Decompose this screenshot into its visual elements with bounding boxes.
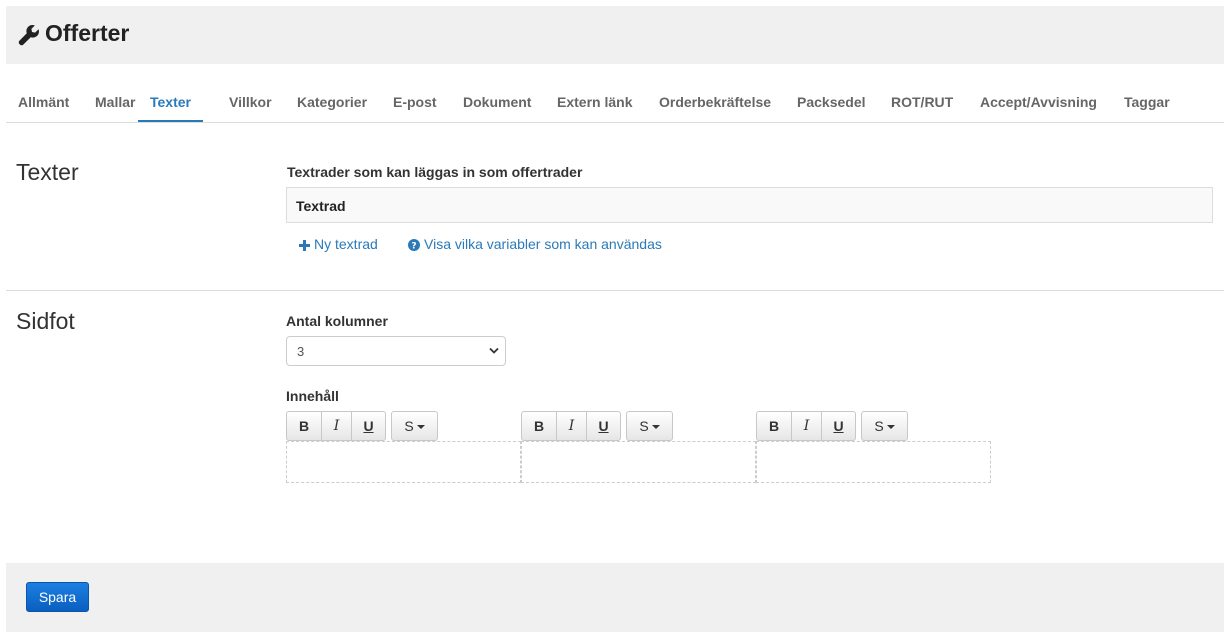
content-label: Innehåll [286,388,339,404]
italic-button[interactable]: I [556,411,587,441]
columns-select-value: 3 [297,344,305,359]
tab-villkor[interactable]: Villkor [229,83,272,121]
columns-label: Antal kolumner [286,313,388,329]
new-textrad-link[interactable]: Ny textrad [299,236,378,252]
page-title: Offerter [45,20,130,46]
tab-taggar[interactable]: Taggar [1124,83,1170,121]
tab-kategorier[interactable]: Kategorier [297,83,367,121]
textrad-column-header: Textrad [296,198,346,214]
caret-down-icon [886,425,895,429]
footer-column-editor[interactable] [756,441,991,483]
section-divider [6,290,1224,291]
caret-down-icon [651,425,660,429]
chevron-down-icon [489,347,499,354]
question-circle-icon: ? [408,239,420,252]
style-dropdown-button[interactable]: S [391,411,438,441]
bold-button[interactable]: B [521,411,557,441]
tab-packsedel[interactable]: Packsedel [797,83,866,121]
tab-rot-rut[interactable]: ROT/RUT [891,83,953,121]
footer-column-editor[interactable] [521,441,756,483]
underline-button[interactable]: U [586,411,621,441]
form-footer: Spara [6,563,1224,632]
show-variables-link[interactable]: ? Visa vilka variabler som kan användas [408,236,662,252]
underline-button[interactable]: U [821,411,856,441]
textrader-label: Textrader som kan läggas in som offertra… [287,164,583,180]
tab-extern-lank[interactable]: Extern länk [557,83,632,121]
style-button-label: S [874,418,884,434]
tab-bar: Allmänt Mallar Texter Villkor Kategorier… [6,83,1224,123]
italic-button[interactable]: I [791,411,822,441]
wrench-icon [18,25,39,46]
italic-button[interactable]: I [321,411,352,441]
tab-dokument[interactable]: Dokument [463,83,531,121]
tab-orderbekraftelse[interactable]: Orderbekräftelse [659,83,771,121]
new-textrad-label: Ny textrad [314,236,378,252]
textrad-table-header: Textrad [286,187,1213,223]
tab-texter[interactable]: Texter [138,83,203,122]
bold-button[interactable]: B [756,411,792,441]
svg-text:?: ? [411,242,416,252]
columns-select[interactable]: 3 [286,336,506,366]
footer-column-editor[interactable] [286,441,521,483]
plus-icon [299,240,310,251]
underline-button[interactable]: U [351,411,386,441]
sidfot-section-title: Sidfot [16,308,75,334]
save-button[interactable]: Spara [26,582,89,612]
show-variables-label: Visa vilka variabler som kan användas [424,236,662,252]
tab-mallar[interactable]: Mallar [95,83,135,121]
style-button-label: S [639,418,649,434]
caret-down-icon [416,425,425,429]
tab-accept-avvisning[interactable]: Accept/Avvisning [980,83,1097,121]
style-dropdown-button[interactable]: S [861,411,908,441]
tab-e-post[interactable]: E-post [393,83,437,121]
bold-button[interactable]: B [286,411,322,441]
style-button-label: S [404,418,414,434]
page-header: Offerter [6,6,1224,64]
style-dropdown-button[interactable]: S [626,411,673,441]
texter-section-title: Texter [16,159,79,185]
tab-allmant[interactable]: Allmänt [18,83,69,121]
